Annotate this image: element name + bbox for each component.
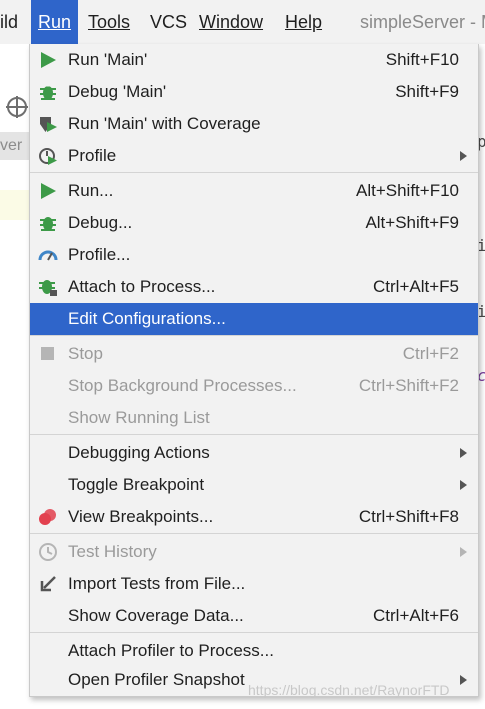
crosshair-icon[interactable]	[4, 94, 30, 120]
menu-item-show-running-list[interactable]: Show Running List	[30, 402, 478, 434]
menu-item-run-coverage[interactable]: Run 'Main' with Coverage	[30, 108, 478, 140]
menu-tools-label: Tools	[88, 12, 131, 32]
menu-item-debug-dialog[interactable]: Debug... Alt+Shift+F9	[30, 207, 478, 239]
menu-item-run-main[interactable]: Run 'Main' Shift+F10	[30, 44, 478, 76]
menu-item-label: Run 'Main' with Coverage	[68, 114, 261, 133]
menu-item-shortcut: Ctrl+Alt+F5	[373, 277, 459, 296]
menu-item-label: Toggle Breakpoint	[68, 475, 205, 494]
menu-item-label: Attach to Process...	[68, 277, 216, 296]
menu-bar: ild Run Tools VCS Window Help simpleServ…	[0, 0, 485, 44]
menu-item-label: Attach Profiler to Process...	[68, 641, 274, 660]
menu-separator	[30, 533, 478, 534]
menu-tools[interactable]: Tools	[88, 0, 130, 44]
menu-item-edit-configurations[interactable]: Edit Configurations...	[30, 303, 478, 335]
menu-item-label: Edit Configurations...	[68, 309, 226, 328]
profiler-gauge-icon	[38, 245, 58, 265]
menu-item-label: Stop	[68, 344, 103, 363]
project-tab[interactable]: ver	[0, 132, 30, 160]
menu-help[interactable]: Help	[285, 0, 322, 44]
submenu-arrow-icon	[460, 547, 467, 557]
menu-item-label: Debug 'Main'	[68, 82, 167, 101]
menu-item-label: Run...	[68, 181, 114, 200]
menu-separator	[30, 335, 478, 336]
menu-item-label: Show Coverage Data...	[68, 606, 244, 625]
menu-item-debug-main[interactable]: Debug 'Main' Shift+F9	[30, 76, 478, 108]
editor-highlight-strip	[0, 190, 30, 220]
import-icon	[38, 574, 58, 594]
menu-window-label: Window	[199, 12, 264, 32]
attach-debug-icon	[38, 277, 58, 297]
menu-item-label: Stop Background Processes...	[68, 376, 297, 395]
menu-item-show-coverage-data[interactable]: Show Coverage Data... Ctrl+Alt+F6	[30, 600, 478, 632]
menu-item-stop[interactable]: Stop Ctrl+F2	[30, 338, 478, 370]
submenu-arrow-icon	[460, 675, 467, 685]
breakpoints-icon	[38, 507, 58, 527]
menu-item-label: Import Tests from File...	[68, 574, 246, 593]
menu-item-label: View Breakpoints...	[68, 507, 214, 526]
run-menu: Run 'Main' Shift+F10 Debug 'Main' Shift+…	[29, 44, 479, 697]
menu-run-label: Run	[37, 12, 72, 32]
menu-item-shortcut: Shift+F9	[395, 82, 459, 101]
menu-item-shortcut: Ctrl+F2	[402, 344, 459, 363]
menu-item-label: Run 'Main'	[68, 50, 148, 69]
menu-item-attach-process[interactable]: Attach to Process... Ctrl+Alt+F5	[30, 271, 478, 303]
project-tab-label: ver	[0, 137, 23, 154]
submenu-arrow-icon	[460, 448, 467, 458]
menu-item-label: Open Profiler Snapshot	[68, 670, 245, 689]
submenu-arrow-icon	[460, 151, 467, 161]
run-icon	[38, 181, 58, 201]
debug-icon	[38, 82, 58, 102]
menu-item-shortcut: Alt+Shift+F9	[365, 213, 459, 232]
menu-window[interactable]: Window	[199, 0, 263, 44]
menu-item-shortcut: Ctrl+Shift+F2	[358, 376, 459, 395]
menu-item-label: Show Running List	[68, 408, 210, 427]
watermark: https://blog.csdn.net/RaynorFTD	[248, 682, 450, 698]
menu-help-label: Help	[285, 12, 323, 32]
menu-item-attach-profiler[interactable]: Attach Profiler to Process...	[30, 635, 478, 667]
menu-item-toggle-breakpoint[interactable]: Toggle Breakpoint	[30, 469, 478, 501]
menu-item-shortcut: Ctrl+Shift+F8	[358, 507, 459, 526]
stop-icon	[38, 344, 58, 364]
menu-item-label: Profile...	[68, 245, 131, 264]
menu-item-label: Profile	[68, 146, 117, 165]
debug-icon	[38, 213, 58, 233]
menu-separator	[30, 632, 478, 633]
menu-item-profile-dialog[interactable]: Profile...	[30, 239, 478, 271]
menu-build[interactable]: ild	[0, 0, 26, 44]
menu-separator	[30, 172, 478, 173]
window-title: simpleServer - M	[360, 12, 485, 32]
history-icon	[38, 542, 58, 562]
menu-item-label: Debugging Actions	[68, 443, 210, 462]
menu-item-stop-background[interactable]: Stop Background Processes... Ctrl+Shift+…	[30, 370, 478, 402]
submenu-arrow-icon	[460, 480, 467, 490]
menu-item-shortcut: Ctrl+Alt+F6	[373, 606, 459, 625]
menu-item-test-history[interactable]: Test History	[30, 536, 478, 568]
menu-item-shortcut: Shift+F10	[385, 50, 459, 69]
menu-item-label: Debug...	[68, 213, 133, 232]
menu-item-run-dialog[interactable]: Run... Alt+Shift+F10	[30, 175, 478, 207]
menu-item-profile-submenu[interactable]: Profile	[30, 140, 478, 172]
coverage-icon	[38, 114, 58, 134]
menu-separator	[30, 434, 478, 435]
menu-run[interactable]: Run	[31, 0, 78, 44]
run-icon	[38, 50, 58, 70]
menu-item-debugging-actions[interactable]: Debugging Actions	[30, 437, 478, 469]
menu-item-shortcut: Alt+Shift+F10	[355, 181, 459, 200]
menu-item-view-breakpoints[interactable]: View Breakpoints... Ctrl+Shift+F8	[30, 501, 478, 533]
profile-icon	[38, 146, 58, 166]
menu-vcs[interactable]: VCS	[150, 0, 187, 44]
menu-item-label: Test History	[68, 542, 157, 561]
menu-item-import-tests[interactable]: Import Tests from File...	[30, 568, 478, 600]
